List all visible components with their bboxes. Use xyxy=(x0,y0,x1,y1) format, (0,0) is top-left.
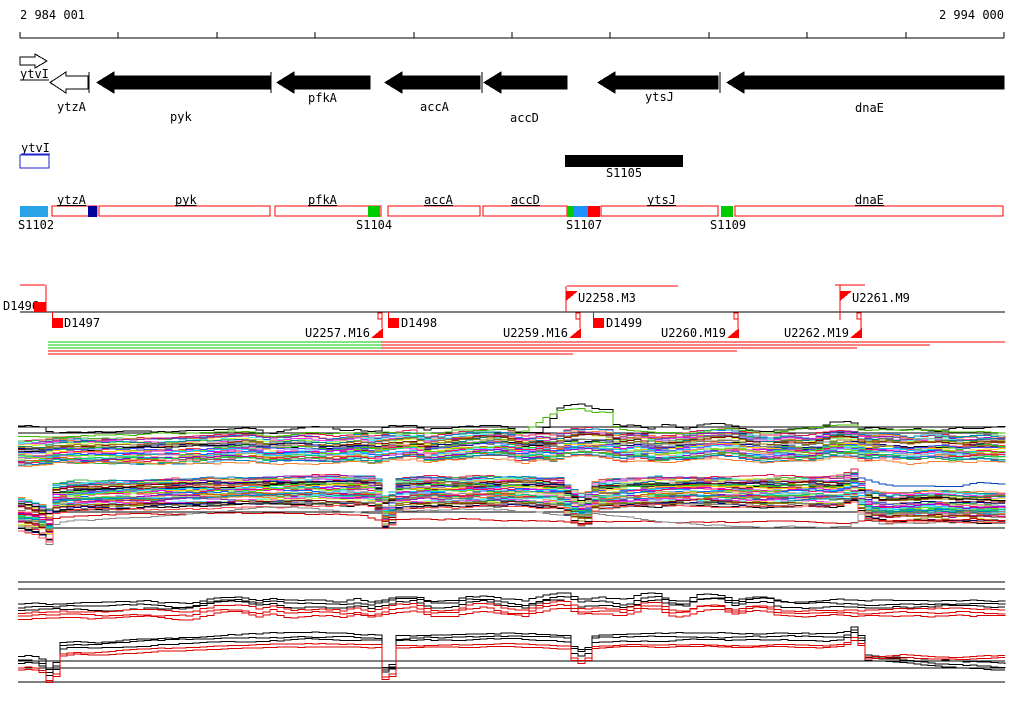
gene-arrow-pyk[interactable] xyxy=(96,71,271,94)
gene-label-ytzA: ytzA xyxy=(57,100,87,114)
probe-label-U2259.M16[interactable]: U2259.M16 xyxy=(503,326,568,340)
probe-pole-hook-U2259.M16 xyxy=(575,312,581,320)
probe-label-U2261.M9[interactable]: U2261.M9 xyxy=(852,291,910,305)
segment-S1102[interactable] xyxy=(20,206,48,217)
segment-gene-label-dnaE[interactable]: dnaE xyxy=(855,193,884,207)
segment-S1107-blue[interactable] xyxy=(574,206,588,217)
profile-line xyxy=(18,632,1005,676)
probe-label-D1498[interactable]: D1498 xyxy=(401,316,437,330)
probe-label-D1499[interactable]: D1499 xyxy=(606,316,642,330)
segment-ytsJ[interactable] xyxy=(600,205,719,217)
probe-flag-U2258.M3[interactable] xyxy=(566,291,578,301)
profile-panel-2 xyxy=(18,581,1006,684)
gene-label-pfkA: pfkA xyxy=(308,91,338,105)
probe-flag-U2259.M16[interactable] xyxy=(569,328,581,338)
gene-label-accA: accA xyxy=(420,100,450,114)
profile-feature-line-0 xyxy=(18,403,1006,434)
gene-arrow-accD[interactable] xyxy=(483,71,568,94)
segment-gene-label-pyk[interactable]: pyk xyxy=(175,193,197,207)
gene-label-accD: accD xyxy=(510,111,539,125)
annotation-track: ytvI S1105 xyxy=(19,141,683,180)
probe-marker-D1496[interactable] xyxy=(34,302,46,312)
segment-gene-label-ytsJ[interactable]: ytsJ xyxy=(647,193,676,207)
gene-arrow-ytvI[interactable] xyxy=(19,53,48,69)
gene-label-ytsJ: ytsJ xyxy=(645,90,674,104)
segment-S1104[interactable] xyxy=(368,206,380,217)
probe-flag-U2257.M16[interactable] xyxy=(371,328,383,338)
gene-arrow-pfkA[interactable] xyxy=(276,71,371,94)
segment-dnaE[interactable] xyxy=(734,205,1004,217)
probe-label-U2258.M3[interactable]: U2258.M3 xyxy=(578,291,636,305)
gene-track: ytvI ytzA pyk pfkA accA accD ytsJ dnaE xyxy=(19,53,1005,125)
gene-arrow-accA[interactable] xyxy=(384,71,481,94)
probe-flag-U2262.M19[interactable] xyxy=(850,328,862,338)
segment-track: ytzA pyk pfkA accA accD ytsJ dnaE S1102 S1104 S11… xyxy=(18,193,1004,232)
probe-label-U2262.M19[interactable]: U2262.M19 xyxy=(784,326,849,340)
probe-label-U2260.M19[interactable]: U2260.M19 xyxy=(661,326,726,340)
probe-marker-D1498[interactable] xyxy=(388,318,399,328)
profile-feature-line-3 xyxy=(18,506,1006,530)
profile-panel-1 xyxy=(18,403,1006,545)
segment-id-label-S1107: S1107 xyxy=(566,218,602,232)
segment-accD[interactable] xyxy=(482,205,568,217)
gene-label-pyk: pyk xyxy=(170,110,192,124)
probe-marker-D1497[interactable] xyxy=(52,318,63,328)
probe-label-D1496[interactable]: D1496 xyxy=(3,299,39,313)
segment-pfkA[interactable] xyxy=(274,205,382,217)
segment-id-label-S1109: S1109 xyxy=(710,218,746,232)
ytvI-box[interactable] xyxy=(19,154,50,169)
genome-browser-window: 2 984 001 2 994 000 ytvI ytzA pyk pfkA accA a… xyxy=(0,0,1024,714)
segment-pyk[interactable] xyxy=(98,205,271,217)
segment-gene-label-pfkA[interactable]: pfkA xyxy=(308,193,338,207)
segment-navy-sub[interactable] xyxy=(88,206,97,217)
ruler-track: 2 984 001 2 994 000 xyxy=(19,8,1005,39)
probe-flag-U2261.M9[interactable] xyxy=(840,291,852,301)
gene-label-dnaE: dnaE xyxy=(855,101,884,115)
profile-line xyxy=(18,636,1005,682)
segment-id-label-S1104: S1104 xyxy=(356,218,392,232)
gene-arrow-dnaE[interactable] xyxy=(726,71,1005,94)
S1105-label: S1105 xyxy=(606,166,642,180)
segment-S1107-red[interactable] xyxy=(588,206,600,217)
segment-id-label-S1102: S1102 xyxy=(18,218,54,232)
segment-gene-label-accA[interactable]: accA xyxy=(424,193,454,207)
probe-track: D1496 U2258.M3 U2261.M9 D1497 U2257.M16 D1498… xyxy=(3,284,1005,355)
probe-pole-hook-U2260.M19 xyxy=(733,312,739,320)
gene-arrow-ytzA[interactable] xyxy=(49,71,89,94)
segment-S1109[interactable] xyxy=(721,206,733,217)
genome-browser-canvas: 2 984 001 2 994 000 ytvI ytzA pyk pfkA accA a… xyxy=(3,8,1006,684)
segment-gene-label-accD[interactable]: accD xyxy=(511,193,540,207)
segment-accA[interactable] xyxy=(387,205,481,217)
probe-label-D1497[interactable]: D1497 xyxy=(64,316,100,330)
probe-flag-U2260.M19[interactable] xyxy=(727,328,739,338)
segment-S1107-green[interactable] xyxy=(567,206,574,217)
probe-label-U2257.M16[interactable]: U2257.M16 xyxy=(305,326,370,340)
segment-gene-label-ytzA[interactable]: ytzA xyxy=(57,193,87,207)
probe-pole-hook-U2262.M19 xyxy=(856,312,862,320)
profile-line xyxy=(18,592,1006,605)
ytvI-link-label[interactable]: ytvI xyxy=(21,141,50,155)
profile-feature-line-4 xyxy=(858,477,1006,487)
probe-pole-hook-U2257.M16 xyxy=(377,312,383,320)
probe-marker-D1499[interactable] xyxy=(593,318,604,328)
ruler-end-label: 2 994 000 xyxy=(939,8,1004,22)
ruler-start-label: 2 984 001 xyxy=(20,8,85,22)
gene-label-ytvI: ytvI xyxy=(20,67,49,81)
